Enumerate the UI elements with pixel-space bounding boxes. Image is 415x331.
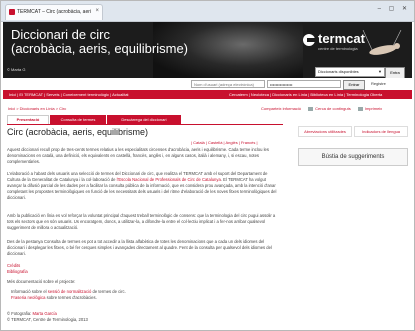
site-banner: Diccionari de circ (acrobàcia, aeris, eq… [3, 22, 412, 78]
dropdown-go-button[interactable]: Entra [385, 67, 405, 78]
print-link[interactable]: Imprimeix [365, 106, 382, 111]
termcat-logo[interactable]: termcat centre de terminologia [303, 31, 403, 62]
login-bar: Entrar Registre [3, 78, 412, 90]
more-info-label: Més documentació sobre el projecte: [7, 279, 76, 284]
password-input[interactable] [267, 80, 341, 88]
copyright: © TERMCAT, Centre de Terminologia, 2013 [7, 317, 88, 322]
register-link[interactable]: Registre [371, 81, 386, 86]
search-icon [308, 106, 314, 111]
normalization-link[interactable]: sessió de normalització [48, 289, 92, 294]
paragraph-publication: Amb la publicació en línia es vol reforç… [7, 213, 276, 230]
photo-credit: © Marta G [7, 67, 26, 72]
school-link[interactable]: l'Escola Nacional de Professionals de Ci… [117, 177, 221, 182]
photo-credit-label: © Fotografia: [7, 311, 32, 316]
bibliography-link[interactable]: Bibliografia [7, 269, 28, 274]
language-links[interactable]: | Català | Castellà | Anglès | Francès | [191, 140, 258, 145]
favicon-icon [9, 9, 15, 15]
page-tools: Comparteix informació Cerca de contingut… [261, 106, 382, 111]
logo-name: termcat [318, 31, 365, 46]
language-indicators-tab[interactable]: Indicadors de llengua [354, 126, 408, 137]
breadcrumb[interactable]: Inici > Diccionaris en Línia > Circ [8, 106, 66, 111]
termcat-logo-icon [303, 34, 315, 46]
info-item-1-post: de termes de circ. [92, 289, 126, 294]
close-tab-icon[interactable]: × [95, 8, 99, 14]
main-nav: Inici | El TERMCAT | Serveis | Coneixeme… [3, 90, 412, 99]
paragraph-consult: Des de la pestanya Consulta de termes es… [7, 239, 272, 256]
consult-link[interactable]: Cerca de continguts [315, 106, 351, 111]
browser-window: TERMCAT – Circ (acrobàcia, aeris, e... ×… [0, 0, 415, 331]
dropdown-value: Diccionaris disponibles [318, 69, 359, 74]
share-link[interactable]: Comparteix informació [261, 106, 301, 111]
suggestions-box[interactable]: Bústia de suggeriments [298, 148, 408, 166]
paragraph-intro: Aquest diccionari recull prop de tres-ce… [7, 147, 269, 164]
dictionaries-dropdown[interactable]: Diccionaris disponibles ▼ [315, 67, 385, 77]
logo-subtitle: centre de terminologia [318, 46, 358, 51]
phrases-link[interactable]: Fraseria neològica [11, 295, 45, 300]
login-button[interactable]: Entrar [343, 80, 365, 90]
chevron-down-icon: ▼ [378, 69, 382, 74]
print-icon [357, 106, 363, 111]
info-item-2: Fraseria neològica sobre termes d'acrobà… [11, 295, 283, 301]
credits-link[interactable]: Crèdits [7, 263, 20, 268]
username-input[interactable] [191, 80, 265, 88]
browser-tab-bar: TERMCAT – Circ (acrobàcia, aeris, e... ×… [1, 1, 414, 22]
dictionary-title-line2: (acrobàcia, aeris, equilibrisme) [11, 41, 189, 56]
photographer-link[interactable]: Marta García [32, 311, 56, 316]
nav-right-links[interactable]: Cercaterm | Neoloteca | Diccionaris en L… [229, 92, 382, 97]
info-item-2-post: sobre termes d'acrobàcies. [46, 295, 97, 300]
tab-title: TERMCAT – Circ (acrobàcia, aeris, e... [17, 9, 91, 15]
page-title: Circ (acrobàcia, aeris, equilibrisme) [7, 127, 149, 137]
dictionary-title-line1: Diccionari de circ [11, 27, 110, 42]
nav-left-links[interactable]: Inici | El TERMCAT | Serveis | Coneixeme… [9, 92, 129, 97]
window-controls[interactable]: – ▢ ✕ [378, 5, 410, 12]
info-item-1-pre: Informació sobre el [11, 289, 47, 294]
dictionary-title: Diccionari de circ (acrobàcia, aeris, eq… [11, 28, 188, 56]
browser-tab[interactable]: TERMCAT – Circ (acrobàcia, aeris, e... × [5, 4, 103, 20]
tabs-divider [7, 124, 283, 125]
abbreviations-tab[interactable]: Abreviacions utilitzades [298, 126, 352, 137]
paragraph-elaboration: L'elaboració a l'abast dels usuaris una … [7, 171, 277, 200]
